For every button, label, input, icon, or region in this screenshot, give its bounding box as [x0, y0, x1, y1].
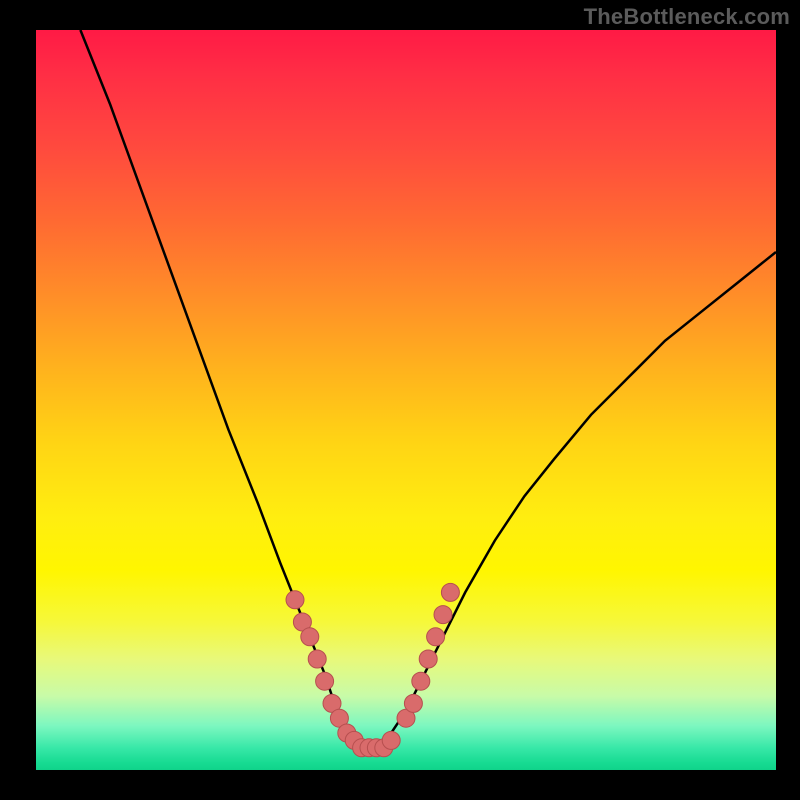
- marker-dot: [286, 591, 304, 609]
- chart-frame: TheBottleneck.com: [0, 0, 800, 800]
- marker-dot: [301, 628, 319, 646]
- plot-area: [36, 30, 776, 770]
- curve-markers: [286, 583, 459, 756]
- marker-dot: [434, 606, 452, 624]
- marker-dot: [404, 694, 422, 712]
- marker-dot: [419, 650, 437, 668]
- marker-dot: [412, 672, 430, 690]
- watermark-text: TheBottleneck.com: [584, 4, 790, 30]
- marker-dot: [308, 650, 326, 668]
- chart-svg: [36, 30, 776, 770]
- marker-dot: [382, 731, 400, 749]
- marker-dot: [316, 672, 334, 690]
- marker-dot: [427, 628, 445, 646]
- marker-dot: [441, 583, 459, 601]
